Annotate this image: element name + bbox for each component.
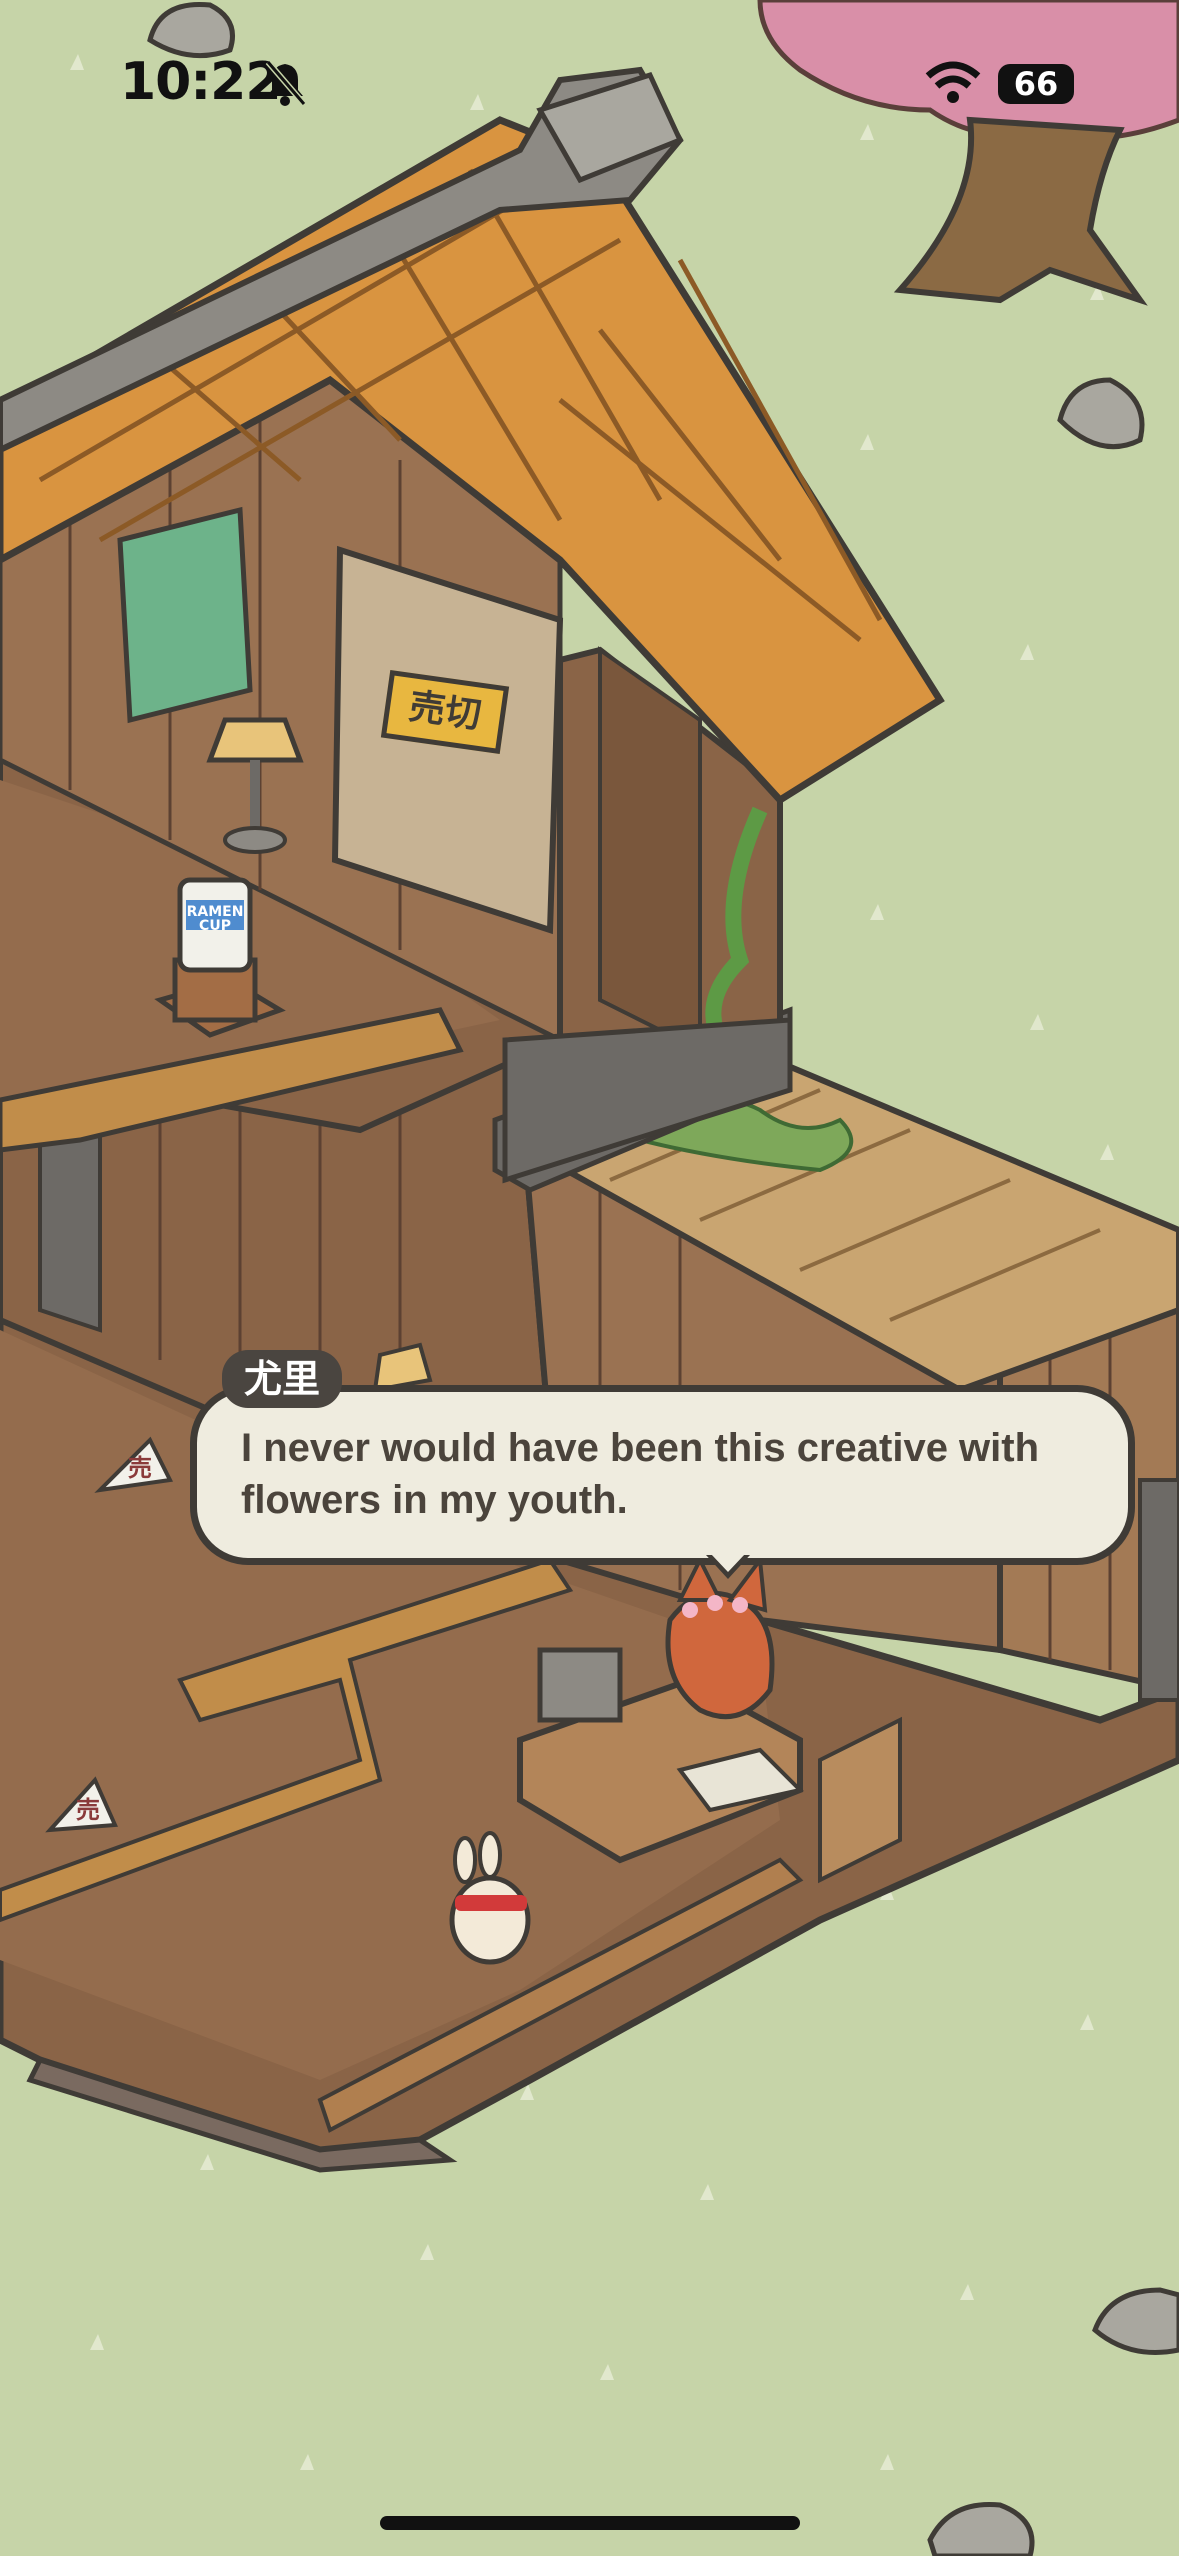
ramen-cup-label: RAMEN CUP	[186, 904, 244, 934]
clock: 10:22	[120, 52, 282, 112]
status-bar: 10:22 66	[0, 0, 1179, 150]
bell-muted-icon	[265, 60, 307, 106]
game-scene	[0, 0, 1179, 2556]
dialogue-text: I never would have been this creative wi…	[241, 1426, 1040, 1522]
dialogue-bubble[interactable]: I never would have been this creative wi…	[190, 1385, 1135, 1565]
shop-sign-label: 売切	[406, 686, 484, 737]
home-indicator[interactable]	[380, 2516, 800, 2530]
sale-sign-upper: 売	[128, 1454, 152, 1482]
sale-sign-lower: 売	[76, 1796, 100, 1824]
wifi-icon	[925, 61, 981, 103]
battery-icon: 66	[998, 64, 1074, 104]
bubble-tail-inner	[711, 1554, 745, 1572]
speaker-name-tag: 尤里	[222, 1350, 343, 1408]
battery-level: 66	[1013, 65, 1059, 103]
